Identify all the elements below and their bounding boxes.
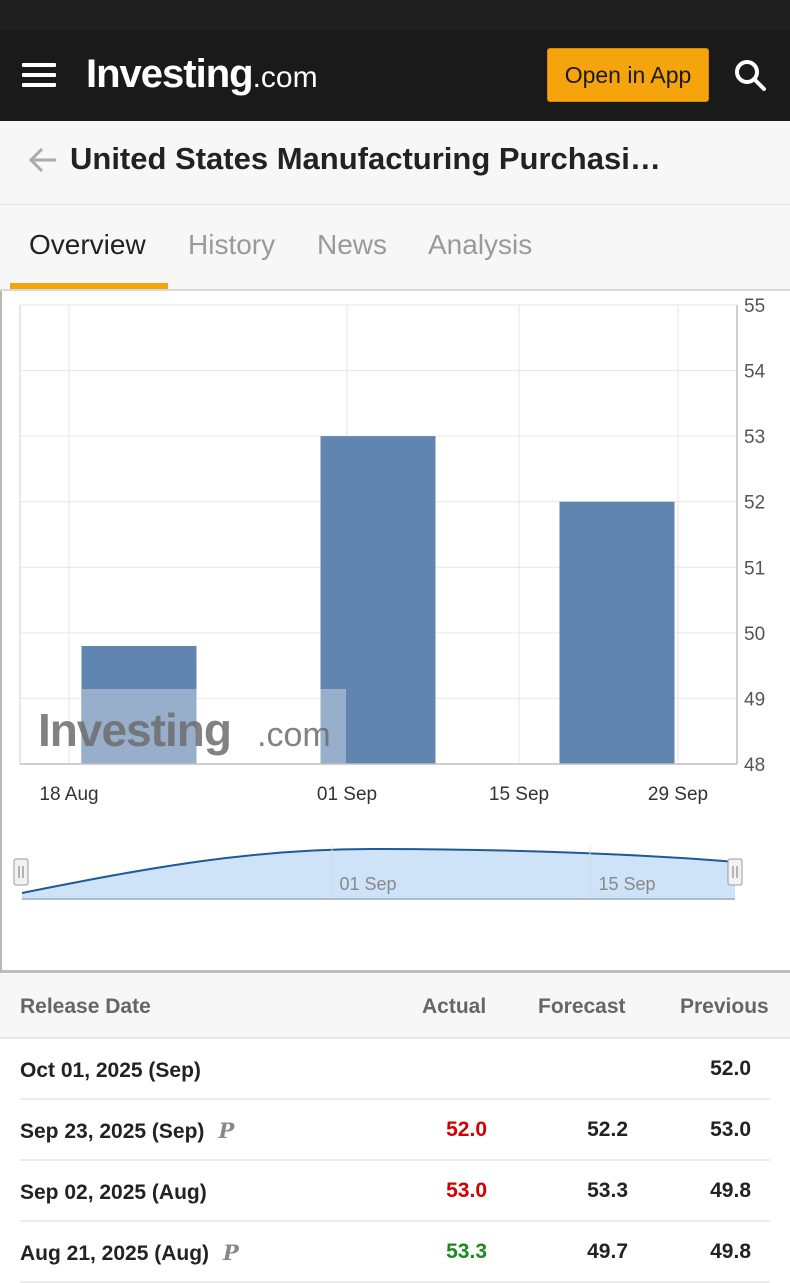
release-date-cell: Aug 21, 2025 (Aug) P [20, 1240, 239, 1266]
tab-overview[interactable]: Overview [29, 229, 146, 261]
title-bar: United States Manufacturing Purchasi… [0, 121, 790, 205]
release-table: Release Date Actual Forecast Previous Oc… [0, 973, 790, 1283]
y-tick-label: 55 [744, 296, 765, 317]
x-tick-label: 18 Aug [39, 784, 98, 805]
header-actual[interactable]: Actual [422, 995, 486, 1019]
tab-analysis[interactable]: Analysis [428, 229, 532, 261]
logo-main-text: Investing [86, 52, 254, 96]
header-forecast[interactable]: Forecast [538, 995, 626, 1019]
release-date-text: Aug 21, 2025 (Aug) [20, 1242, 210, 1265]
table-row[interactable]: Sep 02, 2025 (Aug) 53.0 53.3 49.8 [0, 1161, 790, 1222]
preliminary-icon: P [223, 1240, 239, 1265]
navigator-label: 15 Sep [598, 874, 655, 894]
previous-cell: 53.0 [710, 1118, 751, 1141]
header-previous[interactable]: Previous [680, 995, 769, 1019]
status-bar [0, 0, 790, 30]
actual-cell: 53.3 [446, 1240, 487, 1263]
release-date-text: Sep 02, 2025 (Aug) [20, 1181, 207, 1204]
page-title: United States Manufacturing Purchasi… [70, 141, 661, 176]
logo-suffix-text: .com [252, 61, 318, 94]
y-tick-label: 48 [744, 755, 765, 776]
actual-cell: 53.0 [446, 1179, 487, 1202]
menu-icon[interactable] [22, 63, 56, 89]
tab-news[interactable]: News [317, 229, 387, 261]
watermark-text: Investing [38, 704, 231, 756]
x-axis-ticks: 18 Aug 01 Sep 15 Sep 29 Sep [39, 784, 708, 805]
release-date-text: Oct 01, 2025 (Sep) [20, 1059, 201, 1082]
table-row[interactable]: Oct 01, 2025 (Sep) 52.0 [0, 1039, 790, 1100]
table-row[interactable]: Sep 23, 2025 (Sep) P 52.0 52.2 53.0 [0, 1100, 790, 1161]
y-tick-label: 52 [744, 493, 765, 514]
active-tab-indicator [10, 283, 168, 289]
y-tick-label: 50 [744, 624, 765, 645]
search-icon[interactable] [733, 58, 767, 92]
table-header: Release Date Actual Forecast Previous [0, 973, 790, 1039]
y-tick-label: 49 [744, 689, 765, 710]
forecast-cell: 53.3 [587, 1179, 628, 1202]
release-date-text: Sep 23, 2025 (Sep) [20, 1120, 205, 1143]
x-tick-label: 01 Sep [317, 784, 377, 805]
chart-navigator: 01 Sep 15 Sep [13, 847, 743, 900]
previous-cell: 49.8 [710, 1240, 751, 1263]
header-release-date[interactable]: Release Date [20, 995, 151, 1019]
forecast-cell: 49.7 [587, 1240, 628, 1263]
table-row[interactable]: Aug 21, 2025 (Aug) P 53.3 49.7 49.8 [0, 1222, 790, 1283]
back-arrow-icon[interactable] [28, 145, 58, 175]
bar-chart[interactable]: Investing .com 55 54 53 52 51 50 49 48 18 Aug 01 … [2, 291, 790, 970]
release-date-cell: Sep 23, 2025 (Sep) P [20, 1118, 234, 1144]
y-tick-label: 54 [744, 362, 766, 383]
open-in-app-button[interactable]: Open in App [547, 48, 709, 102]
bar-29-sep [559, 501, 675, 764]
watermark-suffix: .com [257, 716, 331, 754]
release-date-cell: Oct 01, 2025 (Sep) [20, 1057, 215, 1083]
preliminary-icon: P [218, 1118, 235, 1143]
tab-history[interactable]: History [188, 229, 275, 261]
navigator-right-handle[interactable] [727, 858, 743, 886]
previous-cell: 49.8 [710, 1179, 751, 1202]
chart-watermark: Investing .com [38, 689, 346, 764]
navigator-left-handle[interactable] [13, 858, 29, 886]
forecast-cell: 52.2 [587, 1118, 628, 1141]
investing-logo[interactable]: Investing.com [86, 52, 318, 97]
y-tick-label: 51 [744, 558, 765, 579]
x-tick-label: 15 Sep [489, 784, 549, 805]
y-tick-label: 53 [744, 427, 765, 448]
x-tick-label: 29 Sep [648, 784, 708, 805]
y-axis-ticks: 55 54 53 52 51 50 49 48 [744, 296, 766, 776]
actual-cell: 52.0 [446, 1118, 487, 1141]
top-navbar: Investing.com Open in App [0, 30, 790, 121]
tab-bar: Overview History News Analysis [0, 205, 790, 291]
release-date-cell: Sep 02, 2025 (Aug) [20, 1179, 221, 1205]
chart-container: Investing .com 55 54 53 52 51 50 49 48 18 Aug 01 … [0, 291, 790, 973]
navigator-label: 01 Sep [339, 874, 396, 894]
previous-cell: 52.0 [710, 1057, 751, 1080]
